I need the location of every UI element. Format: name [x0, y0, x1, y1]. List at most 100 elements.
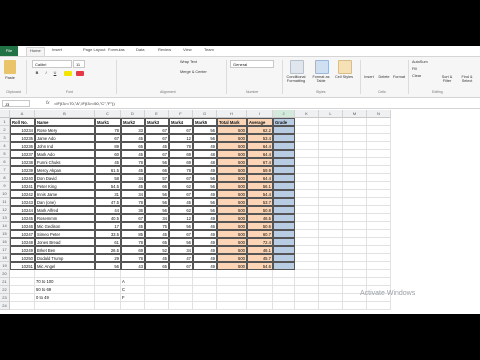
name-cell[interactable]: Mic Gedison [35, 222, 95, 230]
font-color-icon[interactable] [76, 71, 84, 76]
cell[interactable] [295, 134, 319, 142]
row-header[interactable]: 14 [0, 222, 10, 230]
row-header[interactable]: 16 [0, 238, 10, 246]
cell[interactable] [367, 254, 391, 262]
cell[interactable] [319, 174, 343, 182]
value-cell[interactable]: 10237 [10, 150, 35, 158]
cell[interactable] [295, 182, 319, 190]
fill-button[interactable]: Fill [412, 67, 436, 71]
header-cell[interactable]: Mark4 [169, 118, 193, 126]
name-cell[interactable]: Rosemmm [35, 214, 95, 222]
row-header[interactable]: 23 [0, 294, 10, 302]
cell[interactable] [295, 166, 319, 174]
value-cell[interactable]: 57 [145, 174, 169, 182]
row-header[interactable]: 12 [0, 206, 10, 214]
value-cell[interactable]: 78 [121, 254, 145, 262]
delete-button[interactable]: Delete [377, 75, 391, 79]
tab-page-layout[interactable]: Page Layout [83, 47, 105, 52]
column-header-i[interactable]: I [247, 110, 273, 118]
cell[interactable] [95, 286, 121, 294]
value-cell[interactable]: 64.4 [247, 174, 273, 182]
value-cell[interactable]: 56 [193, 174, 217, 182]
value-cell[interactable]: 62.2 [247, 126, 273, 134]
tab-data[interactable]: Data [136, 47, 144, 52]
autosum-button[interactable]: AutoSum [412, 60, 436, 64]
row-header[interactable]: 4 [0, 142, 10, 150]
cell[interactable] [247, 294, 273, 302]
name-cell[interactable]: Funni Chuks [35, 158, 95, 166]
grade-cell[interactable] [273, 238, 295, 246]
cell[interactable] [121, 270, 145, 278]
cell[interactable] [295, 246, 319, 254]
header-cell[interactable]: Mark2 [121, 118, 145, 126]
cell[interactable] [295, 262, 319, 270]
cell[interactable] [367, 190, 391, 198]
grade-cell[interactable] [273, 158, 295, 166]
cell[interactable] [295, 270, 319, 278]
grade-cell[interactable] [273, 222, 295, 230]
cell[interactable] [343, 158, 367, 166]
cell[interactable] [193, 294, 217, 302]
value-cell[interactable]: 26.5 [95, 246, 121, 254]
bold-icon[interactable]: B [33, 71, 41, 75]
cell[interactable] [319, 302, 343, 310]
column-header-h[interactable]: H [217, 110, 247, 118]
row-header[interactable]: 6 [0, 158, 10, 166]
header-cell[interactable]: Mark1 [95, 118, 121, 126]
value-cell[interactable]: 53.7 [247, 198, 273, 206]
value-cell[interactable]: 49 [193, 254, 217, 262]
name-cell[interactable]: Peter King [35, 182, 95, 190]
value-cell[interactable]: 75 [145, 222, 169, 230]
cell[interactable] [273, 270, 295, 278]
cell[interactable] [367, 246, 391, 254]
value-cell[interactable]: 500 [217, 190, 247, 198]
highlight-icon[interactable] [64, 71, 72, 76]
value-cell[interactable]: 45 [95, 158, 121, 166]
value-cell[interactable]: 500 [217, 198, 247, 206]
value-cell[interactable]: 29 [95, 254, 121, 262]
cell[interactable] [367, 302, 391, 310]
value-cell[interactable]: 10239 [10, 166, 35, 174]
grading-letter-cell[interactable]: F [121, 294, 145, 302]
cell[interactable] [295, 230, 319, 238]
cell[interactable] [343, 262, 367, 270]
cell[interactable] [367, 182, 391, 190]
value-cell[interactable]: 500 [217, 150, 247, 158]
value-cell[interactable]: 45 [121, 222, 145, 230]
column-header-m[interactable]: M [343, 110, 367, 118]
value-cell[interactable]: 10238 [10, 158, 35, 166]
value-cell[interactable]: 500 [217, 262, 247, 270]
cell[interactable] [319, 134, 343, 142]
value-cell[interactable]: 67 [169, 230, 193, 238]
italic-icon[interactable]: I [42, 71, 50, 75]
cell[interactable] [295, 278, 319, 286]
cell[interactable] [10, 286, 35, 294]
value-cell[interactable]: 56 [169, 238, 193, 246]
value-cell[interactable]: 34 [169, 246, 193, 254]
name-cell[interactable]: Jones Bread [35, 238, 95, 246]
cell[interactable] [367, 262, 391, 270]
value-cell[interactable]: 48 [193, 150, 217, 158]
cell[interactable] [217, 294, 247, 302]
value-cell[interactable]: 49 [193, 262, 217, 270]
cell[interactable] [319, 278, 343, 286]
row-header[interactable]: 10 [0, 190, 10, 198]
cell[interactable] [295, 158, 319, 166]
cell[interactable] [35, 270, 95, 278]
grade-cell[interactable] [273, 230, 295, 238]
name-cell[interactable]: Jame Ado [35, 134, 95, 142]
column-header-a[interactable]: A [10, 110, 35, 118]
header-cell[interactable]: Total Mark [217, 118, 247, 126]
value-cell[interactable]: 500 [217, 182, 247, 190]
value-cell[interactable]: 49 [193, 190, 217, 198]
cell[interactable] [319, 166, 343, 174]
value-cell[interactable]: 10242 [10, 190, 35, 198]
value-cell[interactable]: 56 [95, 262, 121, 270]
value-cell[interactable]: 54.5 [95, 182, 121, 190]
sort-filter-button[interactable]: Sort & Filter [438, 75, 456, 83]
cell[interactable] [273, 286, 295, 294]
value-cell[interactable]: 72.4 [247, 238, 273, 246]
cell[interactable] [367, 278, 391, 286]
cell[interactable] [319, 126, 343, 134]
value-cell[interactable]: 52 [145, 246, 169, 254]
